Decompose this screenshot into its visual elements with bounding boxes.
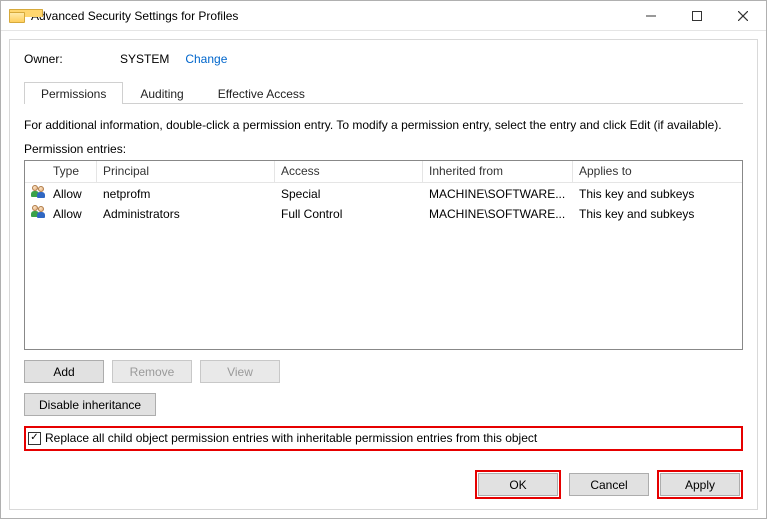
highlight-ok: OK: [475, 470, 561, 499]
cell-access: Special: [275, 184, 423, 203]
cancel-button[interactable]: Cancel: [569, 473, 649, 496]
tab-effective-access[interactable]: Effective Access: [201, 82, 322, 104]
cell-applies: This key and subkeys: [573, 204, 742, 223]
table-row[interactable]: Allow netprofm Special MACHINE\SOFTWARE.…: [25, 183, 742, 203]
view-button: View: [200, 360, 280, 383]
remove-button: Remove: [112, 360, 192, 383]
cell-type: Allow: [47, 184, 97, 203]
add-button[interactable]: Add: [24, 360, 104, 383]
tabs-strip: Permissions Auditing Effective Access: [24, 80, 743, 104]
minimize-button[interactable]: [628, 1, 674, 31]
tab-permissions[interactable]: Permissions: [24, 82, 123, 104]
disable-inheritance-row: Disable inheritance: [24, 393, 743, 416]
maximize-button[interactable]: [674, 1, 720, 31]
cell-applies: This key and subkeys: [573, 184, 742, 203]
permission-entries-list[interactable]: Type Principal Access Inherited from App…: [24, 160, 743, 350]
column-inherited[interactable]: Inherited from: [423, 161, 573, 183]
cell-inherited: MACHINE\SOFTWARE...: [423, 204, 573, 223]
owner-label: Owner:: [24, 52, 110, 66]
info-text: For additional information, double-click…: [24, 118, 743, 132]
cell-principal: netprofm: [97, 184, 275, 203]
entries-header[interactable]: Type Principal Access Inherited from App…: [25, 161, 742, 183]
user-group-icon: [31, 185, 47, 199]
dialog-footer: OK Cancel Apply: [475, 470, 743, 499]
ok-button[interactable]: OK: [478, 473, 558, 496]
column-access[interactable]: Access: [275, 161, 423, 183]
owner-row: Owner: SYSTEM Change: [24, 52, 743, 66]
folder-icon: [9, 9, 25, 23]
cell-inherited: MACHINE\SOFTWARE...: [423, 184, 573, 203]
owner-value: SYSTEM: [120, 52, 169, 66]
replace-children-checkbox[interactable]: ✓: [28, 432, 41, 445]
cell-access: Full Control: [275, 204, 423, 223]
column-icon: [25, 161, 47, 183]
client-area: Owner: SYSTEM Change Permissions Auditin…: [9, 39, 758, 510]
table-row[interactable]: Allow Administrators Full Control MACHIN…: [25, 203, 742, 223]
window-title: Advanced Security Settings for Profiles: [31, 9, 238, 23]
close-button[interactable]: [720, 1, 766, 31]
column-applies[interactable]: Applies to: [573, 161, 742, 183]
column-type[interactable]: Type: [47, 161, 97, 183]
user-group-icon: [31, 205, 47, 219]
tab-auditing[interactable]: Auditing: [123, 82, 200, 104]
disable-inheritance-button[interactable]: Disable inheritance: [24, 393, 156, 416]
entries-body: Allow netprofm Special MACHINE\SOFTWARE.…: [25, 183, 742, 223]
titlebar[interactable]: Advanced Security Settings for Profiles: [1, 1, 766, 31]
owner-change-link[interactable]: Change: [185, 52, 227, 66]
highlight-apply: Apply: [657, 470, 743, 499]
entries-label: Permission entries:: [24, 142, 743, 156]
cell-type: Allow: [47, 204, 97, 223]
window-frame: Advanced Security Settings for Profiles …: [0, 0, 767, 519]
cell-principal: Administrators: [97, 204, 275, 223]
replace-children-label[interactable]: Replace all child object permission entr…: [45, 431, 537, 445]
replace-children-row: ✓ Replace all child object permission en…: [24, 426, 743, 451]
column-principal[interactable]: Principal: [97, 161, 275, 183]
apply-button[interactable]: Apply: [660, 473, 740, 496]
entry-buttons-row: Add Remove View: [24, 360, 743, 383]
